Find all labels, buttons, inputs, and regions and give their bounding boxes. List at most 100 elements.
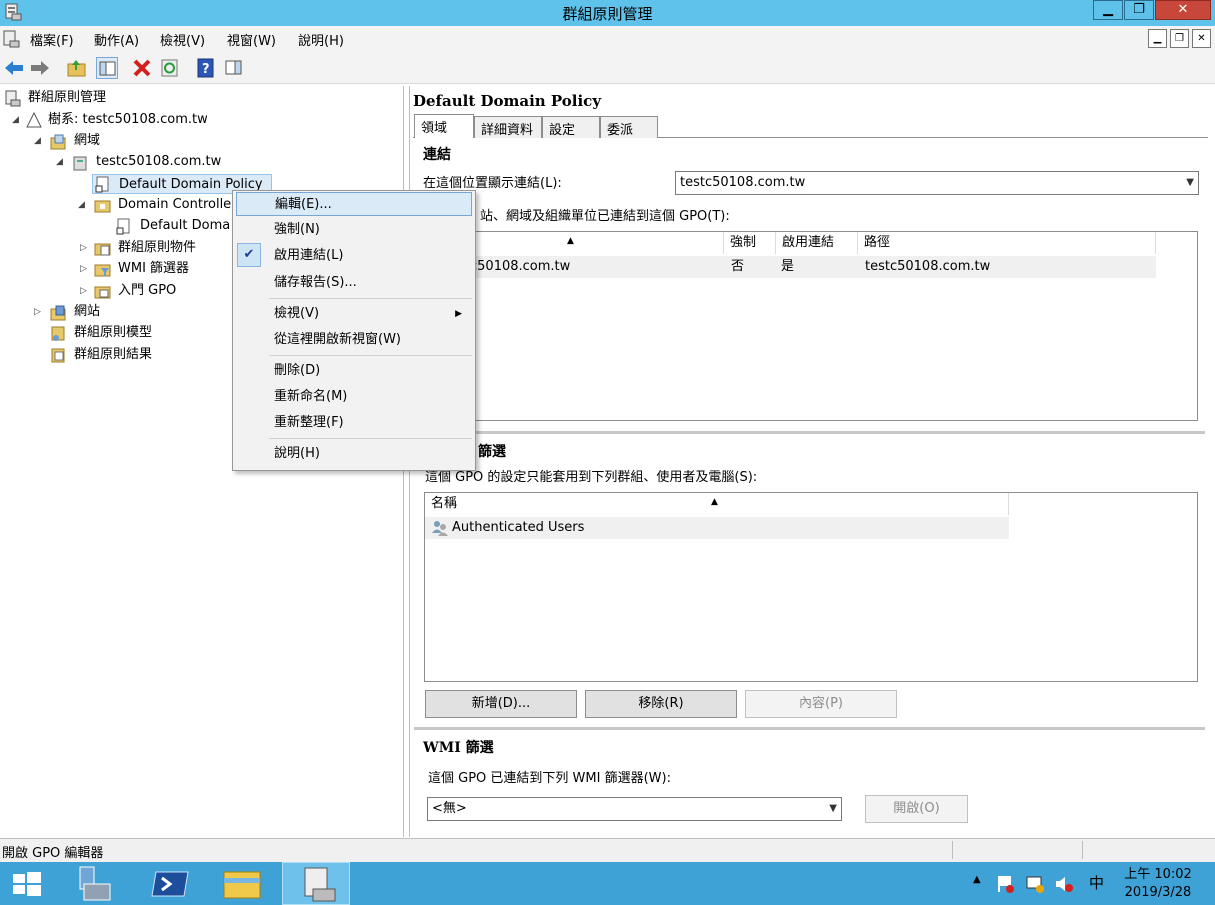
wmi-filter-combo[interactable]: <無> ▼ [427, 797, 842, 821]
col-enforced[interactable]: 強制 [724, 232, 776, 254]
taskbar-gpmc[interactable] [282, 862, 350, 905]
tree-item-wmi-filters[interactable]: ▷ WMI 篩選器 [0, 259, 240, 279]
links-location-label: 在這個位置顯示連結(L): [423, 176, 562, 191]
start-button[interactable] [0, 862, 56, 905]
tree-item-domain-controllers[interactable]: ◢ Domain Controlle [0, 195, 240, 215]
menu-item-edit[interactable]: 編輯(E)... [236, 192, 472, 216]
show-hidden-icons-button[interactable]: ▲ [973, 874, 981, 885]
show-action-pane-icon[interactable] [223, 57, 245, 79]
links-location-combo[interactable]: testc50108.com.tw ▼ [675, 171, 1199, 195]
properties-button[interactable]: 內容(P) [745, 690, 897, 718]
collapse-arrow-icon[interactable]: ▷ [80, 259, 90, 279]
section-splitter[interactable] [414, 431, 1205, 434]
menu-help[interactable]: 說明(H) [298, 30, 344, 49]
expand-arrow-icon[interactable]: ◢ [56, 152, 66, 172]
taskbar-file-explorer[interactable] [208, 862, 276, 905]
volume-muted-icon[interactable] [1054, 874, 1074, 894]
action-center-flag-icon[interactable] [996, 874, 1016, 894]
menu-item-help[interactable]: 說明(H) [236, 442, 472, 466]
tree-item-gpo-objects[interactable]: ▷ 群組原則物件 [0, 238, 240, 258]
link-enforced-cell: 否 [731, 259, 745, 274]
tab-delegation[interactable]: 委派 [600, 116, 658, 138]
menu-item-link-enabled[interactable]: 啟用連結(L) [236, 244, 472, 268]
tree-item-domain[interactable]: ◢ testc50108.com.tw [0, 152, 260, 172]
security-user-cell: Authenticated Users [452, 520, 585, 535]
menu-item-enforce[interactable]: 強制(N) [236, 218, 472, 242]
forward-arrow-icon[interactable] [29, 57, 51, 79]
tree-item-forest[interactable]: ◢ 樹系: testc50108.com.tw [0, 110, 260, 130]
col-path[interactable]: 路徑 [858, 232, 1156, 254]
tree-item-modeling[interactable]: 群組原則模型 [0, 323, 220, 343]
wmi-description: 這個 GPO 已連結到下列 WMI 篩選器(W): [428, 771, 671, 786]
taskbar-powershell[interactable] [138, 862, 206, 905]
tree-item-starter-gpo[interactable]: ▷ 入門 GPO [0, 281, 240, 301]
server-manager-icon [79, 866, 111, 901]
tree-label-dc-policy: Default Doma [140, 218, 231, 233]
menu-action[interactable]: 動作(A) [94, 30, 139, 49]
expand-arrow-icon[interactable]: ◢ [78, 195, 88, 215]
col-name[interactable]: 名稱 ▲ [425, 493, 1009, 515]
back-arrow-icon[interactable] [3, 57, 25, 79]
menu-separator [269, 355, 472, 356]
taskbar-server-manager[interactable] [62, 862, 130, 905]
delete-icon[interactable] [131, 57, 153, 79]
tab-settings[interactable]: 設定 [542, 116, 600, 138]
forest-icon [26, 112, 42, 128]
open-wmi-button[interactable]: 開啟(O) [865, 795, 968, 823]
remove-button[interactable]: 移除(R) [585, 690, 737, 718]
ime-indicator[interactable]: 中 [1089, 872, 1104, 893]
expand-arrow-icon[interactable]: ◢ [12, 110, 22, 130]
collapse-arrow-icon[interactable]: ▷ [34, 302, 44, 322]
tree-item-dc-policy[interactable]: Default Doma [0, 216, 240, 236]
tree-item-sites[interactable]: ▷ 網站 [0, 302, 200, 322]
mdi-minimize-button[interactable]: ▁ [1148, 29, 1167, 48]
network-icon[interactable] [1025, 874, 1045, 894]
collapse-arrow-icon[interactable]: ▷ [80, 281, 90, 301]
title-bar: 群組原則管理 ▁ ❐ ✕ [0, 0, 1215, 26]
section-splitter[interactable] [414, 727, 1205, 730]
menu-item-rename[interactable]: 重新命名(M) [236, 385, 472, 409]
add-button[interactable]: 新增(D)... [425, 690, 577, 718]
sites-icon [50, 305, 66, 321]
chevron-down-icon: ▼ [1186, 177, 1194, 188]
users-group-icon [432, 521, 448, 536]
modeling-icon [51, 326, 65, 341]
mdi-restore-button[interactable]: ❐ [1170, 29, 1189, 48]
minimize-button[interactable]: ▁ [1093, 0, 1123, 20]
menu-item-refresh[interactable]: 重新整理(F) [236, 411, 472, 435]
menu-view[interactable]: 檢視(V) [160, 30, 205, 49]
col-link-enabled[interactable]: 啟用連結 [776, 232, 858, 254]
help-icon[interactable]: ? [195, 57, 217, 79]
tree-item-domains[interactable]: ◢ 網域 [0, 131, 200, 151]
up-folder-icon[interactable] [66, 57, 88, 79]
clock[interactable]: 上午 10:02 2019/3/28 [1118, 866, 1198, 902]
menu-item-view[interactable]: 檢視(V) ▶ [236, 302, 472, 326]
tree-item-results[interactable]: 群組原則結果 [0, 345, 220, 365]
menu-file[interactable]: 檔案(F) [30, 30, 74, 49]
powershell-icon [151, 871, 189, 897]
menu-item-new-window[interactable]: 從這裡開啟新視窗(W) [236, 328, 472, 352]
tab-details[interactable]: 詳細資料 [474, 116, 542, 138]
collapse-arrow-icon[interactable]: ▷ [80, 238, 90, 258]
menu-item-save-report[interactable]: 儲存報告(S)... [236, 271, 472, 295]
tab-scope[interactable]: 領域 [414, 114, 474, 138]
security-heading: 篩選 [478, 444, 506, 460]
tree-label-domain: testc50108.com.tw [96, 154, 222, 169]
tree-label-wmi-filters: WMI 篩選器 [118, 261, 190, 276]
starter-gpo-folder-icon [94, 286, 111, 299]
refresh-icon[interactable] [159, 57, 181, 79]
col-name-label: 名稱 [431, 496, 458, 511]
mdi-close-button[interactable]: ✕ [1192, 29, 1211, 48]
svg-text:?: ? [202, 62, 210, 77]
restore-button[interactable]: ❐ [1124, 0, 1154, 20]
system-menu-icon[interactable] [2, 30, 20, 48]
gpmc-taskbar-icon [304, 867, 336, 902]
expand-arrow-icon[interactable]: ◢ [34, 131, 44, 151]
menu-item-delete[interactable]: 刪除(D) [236, 359, 472, 383]
details-pane [409, 86, 1215, 837]
show-hide-tree-icon[interactable] [96, 57, 118, 79]
sort-ascending-icon: ▲ [567, 236, 574, 246]
status-bar: 開啟 GPO 編輯器 [0, 838, 1215, 862]
close-button[interactable]: ✕ [1155, 0, 1211, 20]
menu-window[interactable]: 視窗(W) [227, 30, 276, 49]
